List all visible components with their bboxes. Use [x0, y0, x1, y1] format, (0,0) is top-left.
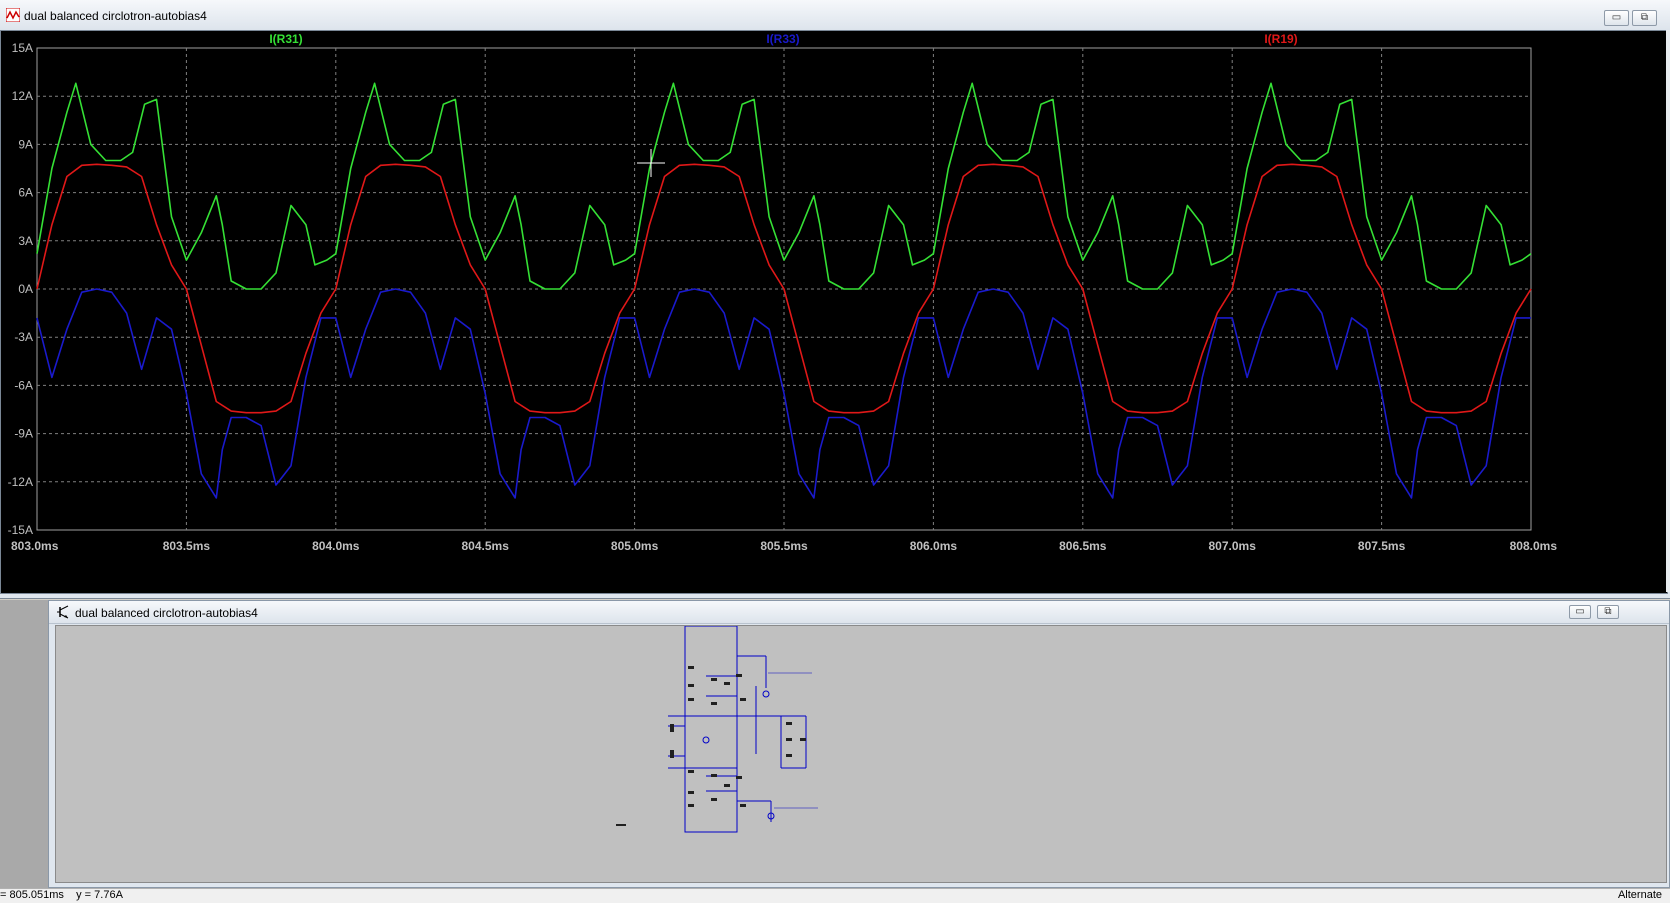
legend-ir19[interactable]: I(R19) — [1264, 32, 1297, 46]
waveform-window-title: dual balanced circlotron-autobias4 — [24, 9, 207, 23]
schematic-window-title: dual balanced circlotron-autobias4 — [75, 606, 258, 620]
minimize-icon: ▭ — [1611, 12, 1622, 23]
y-tick-label: 0A — [18, 282, 33, 296]
status-bar: = 805.051ms y = 7.76A Alternate — [0, 888, 1670, 903]
x-tick-label: 807.0ms — [1209, 539, 1257, 553]
transistor-icon — [57, 605, 71, 619]
waveform-window[interactable]: dual balanced circlotron-autobias4 ▭ ⧉ 8… — [0, 0, 1670, 599]
y-tick-label: 3A — [18, 234, 33, 248]
schematic-restore-button[interactable]: ⧉ — [1597, 605, 1619, 619]
y-tick-label: -15A — [8, 523, 33, 537]
mdi-background — [0, 600, 49, 888]
legend-ir33[interactable]: I(R33) — [766, 32, 799, 46]
restore-icon: ⧉ — [1604, 606, 1612, 617]
y-tick-label: -9A — [14, 427, 33, 441]
y-tick-label: -3A — [14, 330, 33, 344]
restore-icon: ⧉ — [1640, 12, 1649, 23]
schematic-components — [616, 666, 818, 826]
x-tick-label: 805.0ms — [611, 539, 659, 553]
schematic-canvas[interactable] — [55, 625, 1667, 883]
cursor-readout: = 805.051ms y = 7.76A — [0, 889, 123, 901]
schematic-minimize-button[interactable]: ▭ — [1569, 605, 1591, 619]
x-tick-label: 803.0ms — [11, 539, 59, 553]
x-tick-label: 803.5ms — [163, 539, 211, 553]
schematic-titlebar[interactable]: dual balanced circlotron-autobias4 ▭ ⧉ — [49, 601, 1669, 624]
x-tick-label: 806.0ms — [910, 539, 958, 553]
schematic-wires — [668, 625, 807, 833]
x-tick-label: 805.5ms — [760, 539, 808, 553]
status-mode: Alternate — [1617, 889, 1662, 901]
y-tick-label: -12A — [8, 475, 33, 489]
minimize-icon: ▭ — [1575, 606, 1585, 617]
waveform-chart[interactable]: 803.0ms 803.5ms 804.0ms 804.5ms 805.0ms 805.5… — [1, 31, 1667, 593]
y-tick-label: -6A — [14, 378, 33, 392]
minimize-button[interactable]: ▭ — [1604, 10, 1629, 26]
schematic-window[interactable]: dual balanced circlotron-autobias4 ▭ ⧉ — [48, 600, 1670, 888]
waveform-scrollbar[interactable] — [1666, 30, 1670, 592]
y-tick-label: 12A — [12, 89, 33, 103]
legend-ir31[interactable]: I(R31) — [269, 32, 302, 46]
y-tick-label: 6A — [18, 186, 33, 200]
restore-button[interactable]: ⧉ — [1632, 10, 1657, 26]
x-tick-label: 804.0ms — [312, 539, 360, 553]
y-tick-label: 15A — [12, 41, 33, 55]
waveform-titlebar[interactable]: dual balanced circlotron-autobias4 ▭ ⧉ — [0, 0, 1670, 31]
waveform-plot[interactable]: 803.0ms 803.5ms 804.0ms 804.5ms 805.0ms 805.5… — [0, 30, 1668, 594]
x-tick-label: 806.5ms — [1059, 539, 1107, 553]
x-tick-label: 807.5ms — [1358, 539, 1406, 553]
waveform-icon — [5, 7, 21, 23]
schematic-drawing — [616, 625, 818, 833]
x-tick-label: 804.5ms — [462, 539, 510, 553]
x-tick-label: 808.0ms — [1510, 539, 1558, 553]
y-tick-label: 9A — [18, 137, 33, 151]
